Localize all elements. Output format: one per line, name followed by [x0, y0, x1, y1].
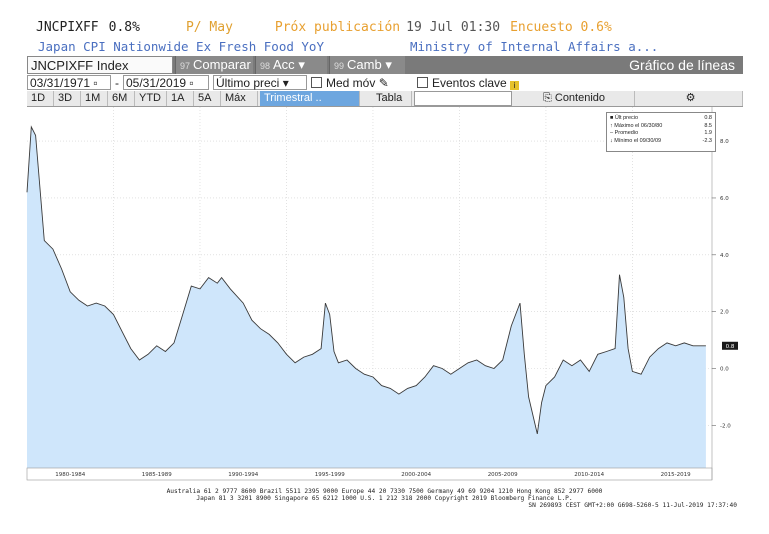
x-tick-label: 1995-1999 — [315, 472, 345, 478]
legend-row-last: ■ Últ precio 0.8 — [610, 115, 712, 123]
last-value-label: 0.8 — [726, 344, 735, 350]
y-tick-label: 0.0 — [720, 367, 729, 373]
legend-label: Promedio — [614, 130, 639, 136]
down-arrow-icon: ↓ — [610, 137, 613, 144]
legend-row-max: ↑ Máximo el 06/30/80 8.5 — [610, 123, 712, 131]
y-tick-label: 4.0 — [720, 253, 729, 259]
up-arrow-icon: ↑ — [610, 122, 613, 129]
x-axis-band — [26, 467, 713, 481]
x-tick-label: 2005-2009 — [488, 472, 518, 478]
x-tick-label: 1990-1994 — [228, 472, 258, 478]
legend-value: 1.9 — [704, 130, 712, 136]
x-tick-label: 2000-2004 — [401, 472, 431, 478]
footer-line-2: Japan 81 3 3201 8900 Singapore 65 6212 1… — [196, 495, 573, 503]
legend-row-avg: – Promedio 1.9 — [610, 130, 712, 138]
footer-line-1: Australia 61 2 9777 8600 Brazil 5511 239… — [166, 488, 603, 495]
footer: Australia 61 2 9777 8600 Brazil 5511 239… — [0, 488, 769, 510]
y-tick-label: 8.0 — [720, 139, 729, 145]
legend: ■ Últ precio 0.8 ↑ Máximo el 06/30/80 8.5 … — [606, 112, 716, 152]
chart: 8.0 6.0 4.0 2.0 0.0 -2.0 1980-1984 1985-1989 199… — [26, 107, 742, 481]
average-icon: – — [610, 130, 614, 136]
y-tick-label: 6.0 — [720, 196, 729, 202]
legend-label: Mínimo el 09/30/09 — [614, 137, 662, 144]
legend-row-min: ↓ Mínimo el 09/30/09 -2.3 — [610, 138, 712, 146]
legend-value: -2.3 — [702, 137, 712, 144]
footer-line-3: SN 269893 CEST GMT+2:00 G698-5260-5 11-J… — [528, 502, 737, 510]
legend-value: 0.8 — [704, 115, 712, 121]
x-tick-label: 2015-2019 — [661, 472, 691, 478]
legend-swatch: ■ — [610, 115, 614, 121]
y-tick-label: 2.0 — [720, 310, 729, 316]
x-tick-label: 1985-1989 — [142, 472, 172, 478]
x-tick-label: 2010-2014 — [574, 472, 604, 478]
x-tick-label: 1980-1984 — [55, 472, 85, 478]
y-tick-label: -2.0 — [720, 423, 731, 429]
legend-label: Últ precio — [614, 115, 639, 121]
legend-value: 8.5 — [704, 122, 712, 129]
legend-label: Máximo el 06/30/80 — [614, 122, 663, 129]
